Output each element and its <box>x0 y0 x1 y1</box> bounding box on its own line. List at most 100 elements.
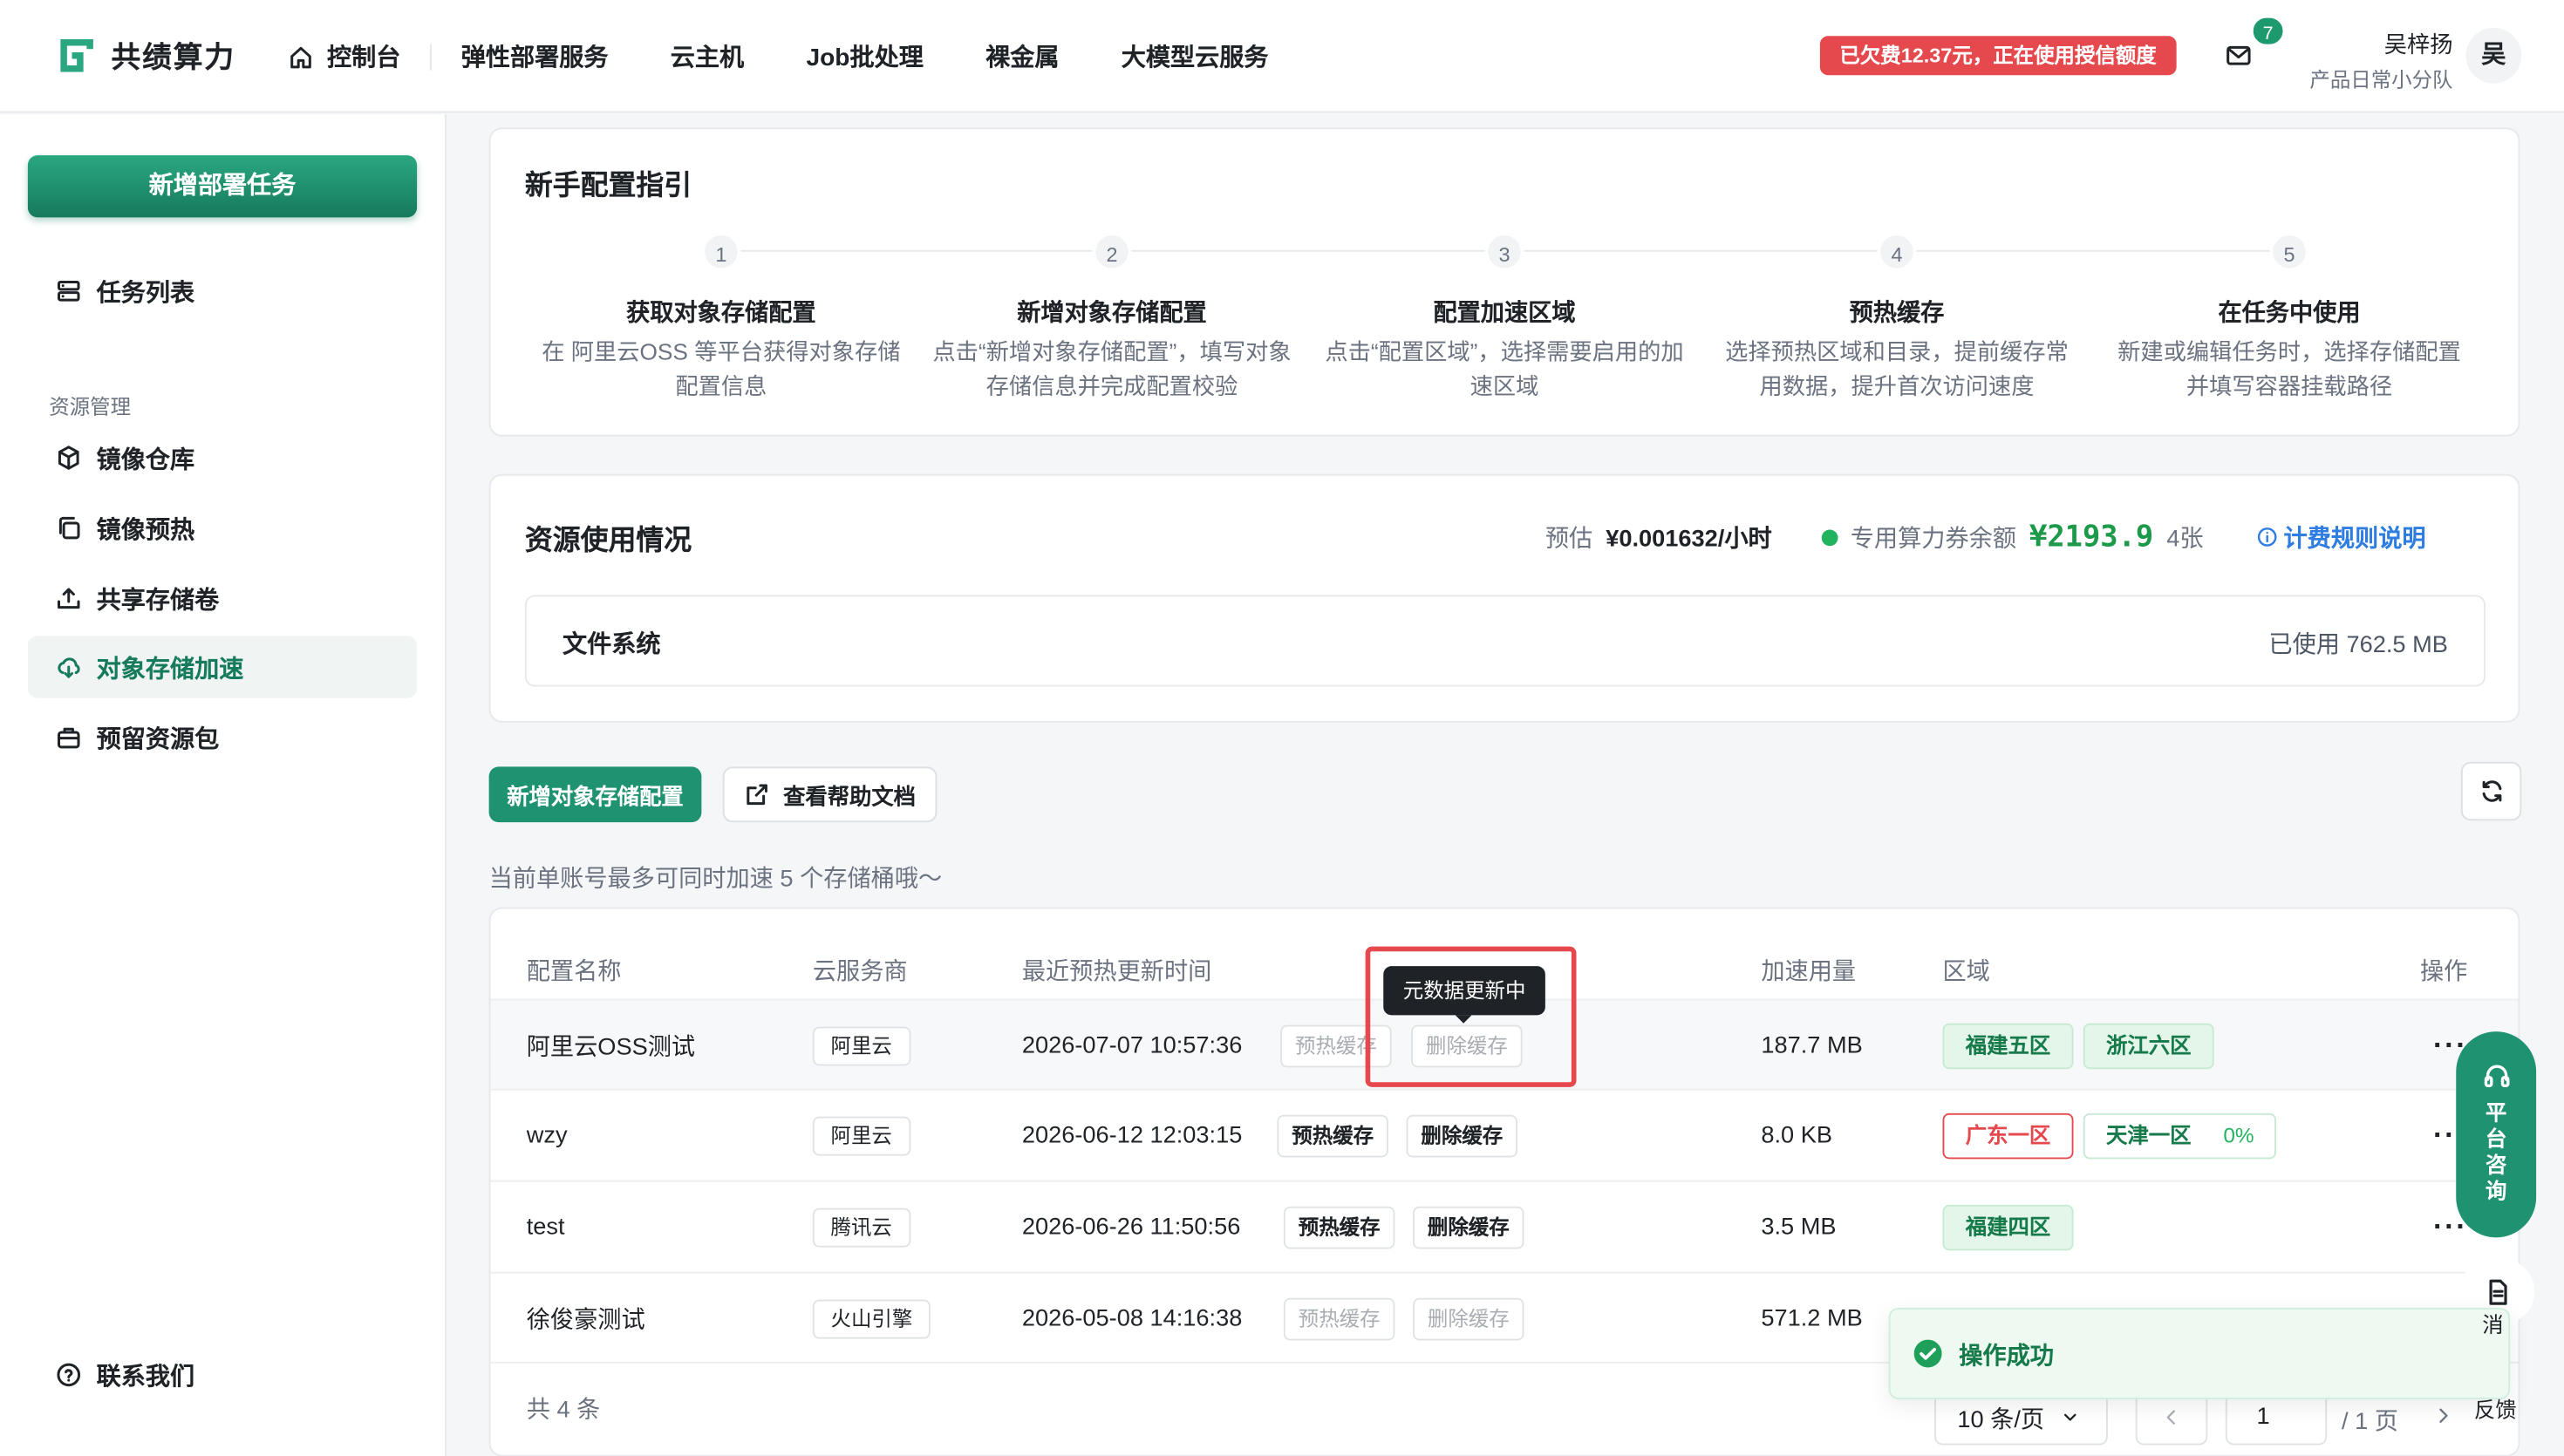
filesystem-used: 已使用 762.5 MB <box>2268 632 2448 659</box>
config-name: 徐俊豪测试 <box>526 1308 645 1334</box>
col-header-time: 最近预热更新时间 <box>1021 959 1212 986</box>
config-name: test <box>526 1214 565 1241</box>
chevron-down-icon <box>2064 1413 2076 1421</box>
nav-job-batch[interactable]: Job批处理 <box>806 39 923 73</box>
mail-count-badge: 7 <box>2250 14 2287 48</box>
home-icon <box>290 45 311 68</box>
provider-tag: 阿里云 <box>812 1115 910 1155</box>
platform-consult-button[interactable]: 平 台 咨 询 <box>2456 1031 2537 1238</box>
sidebar-item-image-preheat[interactable]: 镜像预热 <box>28 497 417 559</box>
provider-tag: 火山引擎 <box>812 1298 931 1338</box>
user-team: 产品日常小分队 <box>2309 68 2453 92</box>
next-page-button[interactable] <box>2433 1406 2453 1426</box>
guide-step-4: 4 预热缓存 选择预热区域和目录，提前缓存常用数据，提升首次访问速度 <box>1701 232 2093 404</box>
preheat-time: 2026-06-12 12:03:15 <box>1021 1122 1243 1149</box>
col-header-provider: 云服务商 <box>812 959 908 986</box>
sidebar-item-shared-volume[interactable]: 共享存储卷 <box>28 568 417 629</box>
nav-console[interactable]: 控制台 <box>288 39 400 73</box>
sidebar-item-reserved-package[interactable]: 预留资源包 <box>28 706 417 768</box>
check-circle-icon <box>1913 1339 1942 1368</box>
step-desc: 点击“新增对象存储配置”，填写对象存储信息并完成配置校验 <box>932 338 1292 399</box>
accel-usage: 187.7 MB <box>1761 1032 1863 1059</box>
step-desc: 在 阿里云OSS 等平台获得对象存储配置信息 <box>542 338 901 399</box>
preheat-cache-button[interactable]: 预热缓存 <box>1277 1113 1388 1157</box>
accel-usage: 571.2 MB <box>1761 1305 1863 1332</box>
sidebar-item-label: 联系我们 <box>96 1362 195 1391</box>
preheat-time: 2026-07-07 10:57:36 <box>1021 1032 1243 1059</box>
external-link-icon <box>747 784 767 806</box>
nav-llm-cloud[interactable]: 大模型云服务 <box>1122 39 1269 73</box>
step-number: 5 <box>2269 232 2309 272</box>
guide-step-2: 2 新增对象存储配置 点击“新增对象存储配置”，填写对象存储信息并完成配置校验 <box>916 232 1308 404</box>
region-progress: 0% <box>2223 1122 2254 1147</box>
guide-step-5: 5 在任务中使用 新建或编辑任务时，选择存储配置并填写容器挂载路径 <box>2093 232 2486 404</box>
sidebar-item-task-list[interactable]: 任务列表 <box>28 260 417 322</box>
nav-cloud-host[interactable]: 云主机 <box>671 39 744 73</box>
preheat-cache-button[interactable]: 预热缓存 <box>1283 1296 1395 1340</box>
cube-icon <box>58 446 79 470</box>
filesystem-row: 文件系统 已使用 762.5 MB <box>524 595 2486 687</box>
toast-message: 操作成功 <box>1959 1343 2054 1370</box>
guide-title: 新手配置指引 <box>524 170 692 201</box>
estimate-label: 预估 <box>1545 526 1593 553</box>
cloud-download-icon <box>58 657 80 678</box>
sidebar-item-label: 预留资源包 <box>96 725 220 753</box>
debt-notice[interactable]: 已欠费12.37元，正在使用授信额度 <box>1819 36 2177 76</box>
page-total: / 1 页 <box>2342 1409 2398 1436</box>
coupon-value: ¥2193.9 <box>2029 520 2154 555</box>
avatar[interactable]: 吴 <box>2465 27 2522 84</box>
status-dot <box>1820 528 1838 546</box>
consult-char: 询 <box>2485 1178 2507 1203</box>
region-label: 天津一区 <box>2106 1122 2192 1147</box>
refresh-button[interactable] <box>2460 761 2522 821</box>
provider-tag: 腾讯云 <box>812 1207 910 1247</box>
guide-step-1: 1 获取对象存储配置 在 阿里云OSS 等平台获得对象存储配置信息 <box>525 232 917 404</box>
config-name: 阿里云OSS测试 <box>526 1034 696 1061</box>
table-row[interactable]: wzy 阿里云 2026-06-12 12:03:15 预热缓存 删除缓存 8.… <box>490 1088 2519 1179</box>
mail-button[interactable] <box>2226 43 2252 69</box>
coupon-count: 4张 <box>2166 526 2204 553</box>
help-doc-label: 查看帮助文档 <box>783 785 916 810</box>
chevron-right-icon <box>2439 1408 2448 1423</box>
delete-cache-button[interactable]: 删除缓存 <box>1413 1205 1524 1248</box>
upload-tray-icon <box>58 588 80 609</box>
feedback-label[interactable]: 反馈 <box>2474 1393 2517 1425</box>
copy-icon <box>58 516 80 540</box>
new-deploy-task-button[interactable]: 新增部署任务 <box>27 155 418 218</box>
sidebar-item-label: 共享存储卷 <box>96 586 220 615</box>
nav-bare-metal[interactable]: 裸金属 <box>985 39 1059 73</box>
top-header: 共绩算力 控制台 弹性部署服务 云主机 Job批处理 裸金属 大模型云服务 已欠… <box>0 0 2564 113</box>
region-tag: 广东一区 <box>1942 1112 2074 1159</box>
provider-tag: 阿里云 <box>812 1025 910 1065</box>
user-name[interactable]: 吴梓扬 <box>2384 28 2453 61</box>
usage-title: 资源使用情况 <box>524 524 692 556</box>
document-icon <box>2488 1278 2506 1304</box>
estimate-value: ¥0.001632/小时 <box>1606 526 1772 553</box>
page-size-value: 10 条/页 <box>1957 1406 2045 1433</box>
delete-cache-button[interactable]: 删除缓存 <box>1413 1296 1524 1340</box>
table-row[interactable]: test 腾讯云 2026-06-26 11:50:56 预热缓存 删除缓存 3… <box>490 1180 2519 1270</box>
mail-icon <box>2226 45 2251 65</box>
add-storage-config-button[interactable]: 新增对象存储配置 <box>488 766 702 823</box>
sidebar-item-object-storage[interactable]: 对象存储加速 <box>27 636 418 698</box>
help-doc-button[interactable]: 查看帮助文档 <box>722 766 938 823</box>
delete-cache-button[interactable]: 删除缓存 <box>1406 1113 1518 1157</box>
nav-elastic-deploy[interactable]: 弹性部署服务 <box>461 39 609 73</box>
preheat-cache-button[interactable]: 预热缓存 <box>1283 1205 1395 1248</box>
sidebar-item-label: 镜像预热 <box>96 515 195 544</box>
help-circle-icon <box>57 1363 81 1387</box>
col-header-usage: 加速用量 <box>1761 959 1857 986</box>
sidebar-section-label: 资源管理 <box>49 395 132 418</box>
billing-rules-link[interactable]: 计费规则说明 <box>2256 520 2426 554</box>
config-name: wzy <box>526 1122 568 1149</box>
sidebar-item-image-repo[interactable]: 镜像仓库 <box>28 426 417 488</box>
step-desc: 选择预热区域和目录，提前缓存常用数据，提升首次访问速度 <box>1725 338 2069 399</box>
brand-logo[interactable]: 共绩算力 <box>56 34 235 77</box>
consult-char: 平 <box>2485 1099 2507 1125</box>
step-title: 新增对象存储配置 <box>1017 301 1207 327</box>
step-number: 3 <box>1484 232 1524 272</box>
sidebar-item-contact[interactable]: 联系我们 <box>28 1344 417 1405</box>
preheat-time: 2026-06-26 11:50:56 <box>1021 1214 1241 1241</box>
step-title: 预热缓存 <box>1849 301 1945 327</box>
chevron-left-icon <box>2166 1410 2175 1425</box>
